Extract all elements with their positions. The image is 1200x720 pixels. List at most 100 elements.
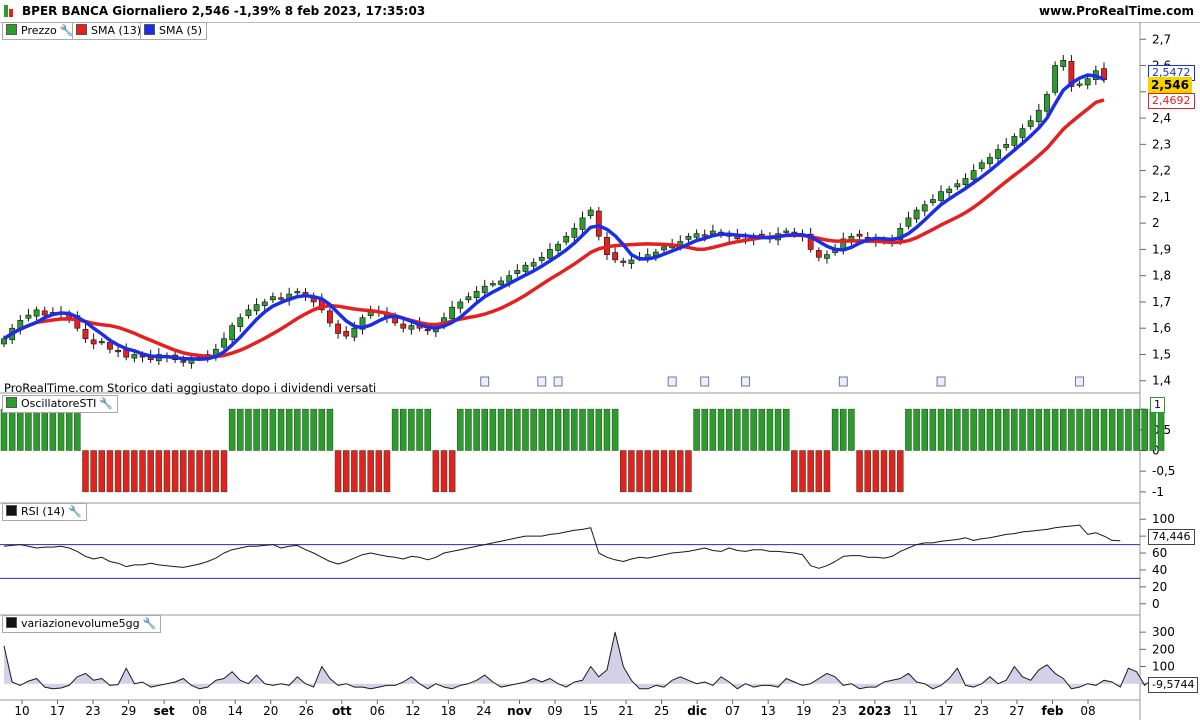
candle bbox=[481, 285, 488, 293]
oscillator-bar bbox=[342, 450, 350, 493]
oscillator-bar bbox=[962, 408, 969, 451]
legend-volume[interactable]: variazionevolume5gg 🔧 bbox=[2, 615, 162, 633]
oscillator-bar bbox=[522, 408, 529, 451]
price-y-tick-label: 1,6 bbox=[1152, 321, 1171, 335]
oscillator-bar bbox=[1043, 408, 1051, 451]
x-tick-label: 06 bbox=[370, 704, 385, 718]
oscillator-bar bbox=[652, 450, 660, 493]
candle bbox=[530, 262, 537, 267]
oscillator-bar bbox=[122, 450, 130, 493]
candle bbox=[783, 230, 790, 233]
oscillator-bar bbox=[562, 408, 570, 451]
oscillator-bar bbox=[180, 450, 187, 493]
volume-label: variazionevolume5gg bbox=[21, 617, 140, 630]
oscillator-bar bbox=[579, 408, 586, 451]
candle bbox=[351, 327, 358, 338]
oscillator-bar bbox=[1108, 408, 1116, 451]
site-link[interactable]: www.ProRealTime.com bbox=[1039, 4, 1194, 18]
legend-oscillator[interactable]: OscillatoreSTI 🔧 bbox=[2, 395, 119, 413]
oscillator-bar bbox=[856, 450, 863, 493]
wrench-icon[interactable]: 🔧 bbox=[68, 504, 82, 520]
chart-area[interactable]: 1,41,51,61,71,81,922,12,22,32,42,52,62,7… bbox=[0, 22, 1200, 720]
oscillator-bar bbox=[1051, 408, 1059, 451]
candle bbox=[180, 360, 187, 363]
oscillator-bar bbox=[620, 450, 627, 493]
oscillator-bar bbox=[310, 408, 317, 451]
oscillator-bar bbox=[1133, 408, 1140, 451]
candle bbox=[229, 325, 236, 341]
oscillator-bar bbox=[994, 408, 1002, 451]
wrench-icon[interactable]: 🔧 bbox=[143, 616, 157, 632]
oscillator-bar bbox=[228, 408, 236, 451]
legend-sma13[interactable]: SMA (13) bbox=[72, 22, 147, 40]
rsi-y-tick-label: 0 bbox=[1152, 597, 1160, 611]
candle bbox=[620, 260, 627, 263]
legend-sma5[interactable]: SMA (5) bbox=[140, 22, 208, 40]
oscillator-bar bbox=[49, 408, 57, 451]
oscillator-bar bbox=[905, 408, 912, 451]
oscillator-bar bbox=[465, 408, 472, 451]
candle bbox=[41, 310, 48, 316]
x-tick-label: 18 bbox=[441, 704, 456, 718]
oscillator-bar bbox=[351, 450, 358, 493]
candle bbox=[261, 301, 268, 306]
oscillator-bar bbox=[807, 450, 814, 493]
oscillator-bar bbox=[188, 450, 195, 493]
candle bbox=[579, 217, 586, 230]
document-icon bbox=[936, 376, 946, 387]
oscillator-bar bbox=[457, 408, 464, 451]
document-icon bbox=[838, 376, 848, 387]
price-y-tick-label: 2,1 bbox=[1152, 190, 1171, 204]
oscillator-bar bbox=[41, 408, 48, 451]
legend-rsi[interactable]: RSI (14) 🔧 bbox=[2, 503, 87, 521]
oscillator-bar bbox=[848, 408, 855, 451]
rsi-line bbox=[3, 524, 1121, 569]
oscillator-bar bbox=[285, 408, 293, 451]
oscillator-bar bbox=[245, 408, 252, 451]
oscillator-bar bbox=[611, 408, 619, 451]
oscillator-bar bbox=[1100, 408, 1108, 451]
wrench-icon[interactable]: 🔧 bbox=[99, 396, 113, 412]
oscillator-bar bbox=[1011, 408, 1018, 451]
oscillator-bar bbox=[359, 450, 366, 493]
oscillator-bar bbox=[766, 408, 774, 451]
candle bbox=[253, 304, 260, 312]
candle bbox=[1019, 128, 1026, 138]
data-note: ProRealTime.com Storico dati aggiustato … bbox=[4, 381, 377, 395]
oscillator-bar bbox=[1117, 408, 1124, 451]
oscillator-bar bbox=[448, 450, 456, 493]
price-y-tick-label: 2,4 bbox=[1152, 111, 1171, 125]
oscillator-bar bbox=[677, 450, 684, 493]
oscillator-bar bbox=[147, 450, 154, 493]
oscillator-bar bbox=[74, 408, 81, 451]
candle bbox=[1003, 144, 1010, 148]
oscillator-bar bbox=[261, 408, 268, 451]
oscillator-bar bbox=[367, 450, 374, 493]
x-tick-label: 23 bbox=[974, 704, 989, 718]
x-tick-label: 27 bbox=[1009, 704, 1024, 718]
candle bbox=[498, 280, 504, 285]
document-icon bbox=[741, 376, 750, 387]
osc-y-tick-label: -0,5 bbox=[1152, 464, 1175, 478]
oscillator-bar bbox=[237, 408, 244, 451]
legend-price[interactable]: Prezzo 🔧 bbox=[2, 22, 79, 40]
candle bbox=[327, 310, 333, 324]
candle bbox=[685, 235, 692, 240]
candle bbox=[1052, 65, 1059, 93]
price-y-tick-label: 2,2 bbox=[1152, 164, 1171, 178]
oscillator-bar bbox=[587, 408, 594, 451]
document-icon bbox=[667, 376, 677, 387]
oscillator-bar bbox=[1019, 408, 1026, 451]
oscillator-bar bbox=[668, 450, 676, 493]
oscillator-bar bbox=[334, 450, 342, 493]
rsi-swatch bbox=[6, 505, 17, 516]
x-tick-label: set bbox=[154, 704, 175, 718]
x-tick-label: 12 bbox=[405, 704, 420, 718]
oscillator-bar bbox=[546, 408, 554, 451]
oscillator-bar bbox=[489, 408, 497, 451]
oscillator-bar bbox=[750, 408, 757, 451]
last-price-tag: 2,546 bbox=[1148, 77, 1192, 93]
oscillator-bar bbox=[1027, 408, 1034, 451]
oscillator-bar bbox=[294, 408, 301, 451]
candle bbox=[408, 325, 415, 330]
